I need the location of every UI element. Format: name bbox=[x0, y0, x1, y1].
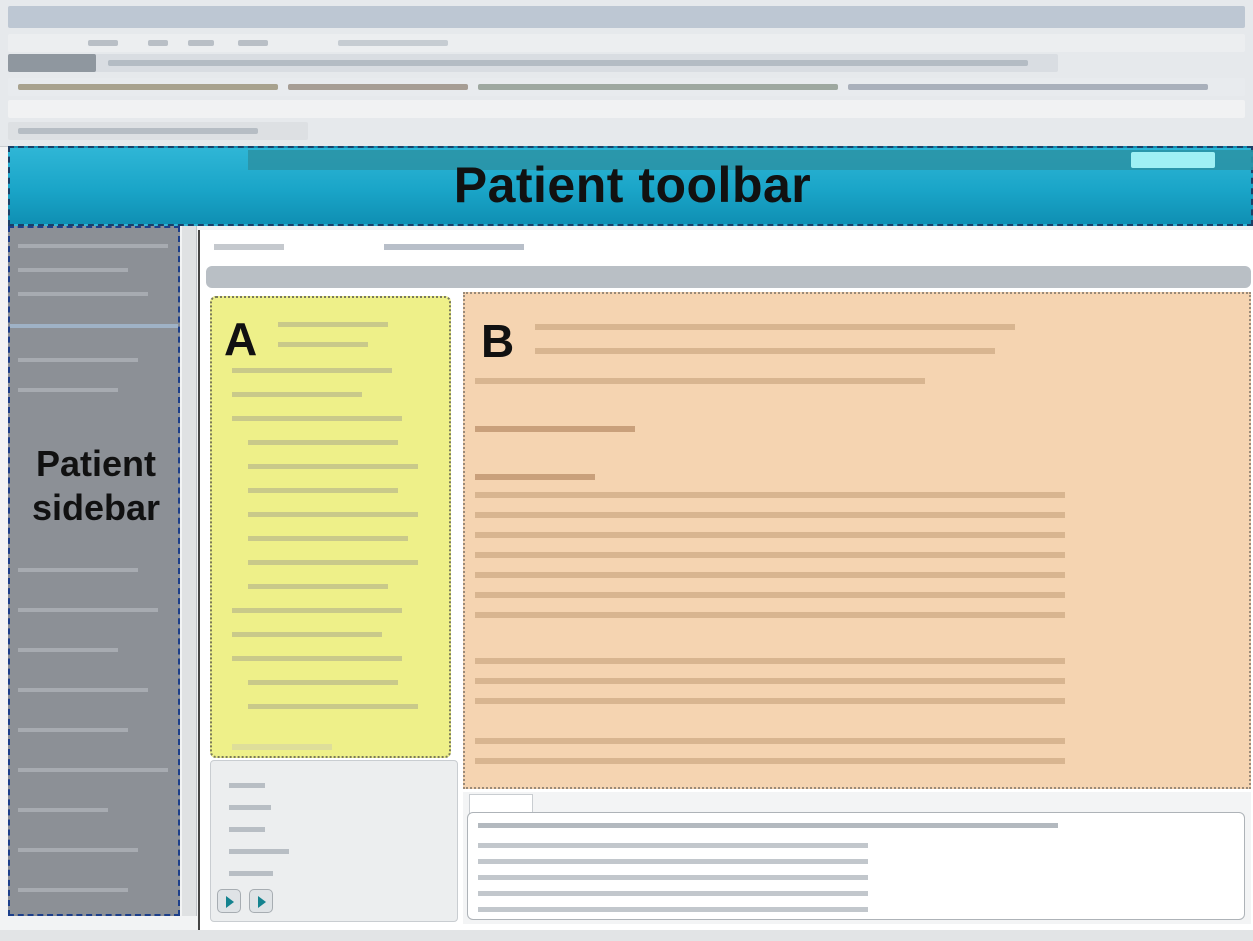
footer-strip bbox=[0, 930, 1253, 941]
play-icon bbox=[258, 896, 266, 908]
panel-a-lower-list bbox=[210, 760, 458, 922]
address-bar[interactable] bbox=[8, 54, 1058, 72]
secondary-bar bbox=[8, 100, 1245, 118]
nav-forward-button[interactable] bbox=[217, 889, 241, 913]
panel-a-tree[interactable]: A bbox=[210, 296, 451, 758]
menu-bar bbox=[8, 34, 1245, 52]
title-bar bbox=[8, 6, 1245, 28]
results-tab[interactable] bbox=[469, 794, 533, 814]
status-bar bbox=[8, 122, 308, 140]
main-header-bar bbox=[206, 266, 1251, 288]
main-tab-strip[interactable] bbox=[214, 236, 614, 256]
sidebar-label-line1: Patient bbox=[35, 443, 157, 484]
play-icon bbox=[226, 896, 234, 908]
sidebar-label-line2: sidebar bbox=[31, 487, 161, 528]
panel-b-label: B bbox=[481, 315, 515, 367]
sidebar-scrollbar[interactable] bbox=[182, 226, 197, 916]
panel-a-label: A bbox=[224, 313, 258, 365]
results-table[interactable] bbox=[467, 812, 1245, 920]
bookmarks-bar bbox=[8, 78, 1245, 96]
results-table-panel bbox=[463, 792, 1251, 924]
patient-sidebar-label: Patient sidebar bbox=[10, 442, 182, 530]
nav-next-button[interactable] bbox=[249, 889, 273, 913]
patient-sidebar: Patient sidebar bbox=[8, 226, 180, 916]
application-chrome bbox=[0, 0, 1253, 147]
patient-toolbar-label: Patient toolbar bbox=[453, 157, 812, 213]
panel-b-document: B bbox=[463, 292, 1251, 789]
patient-toolbar: Patient toolbar bbox=[8, 146, 1253, 226]
